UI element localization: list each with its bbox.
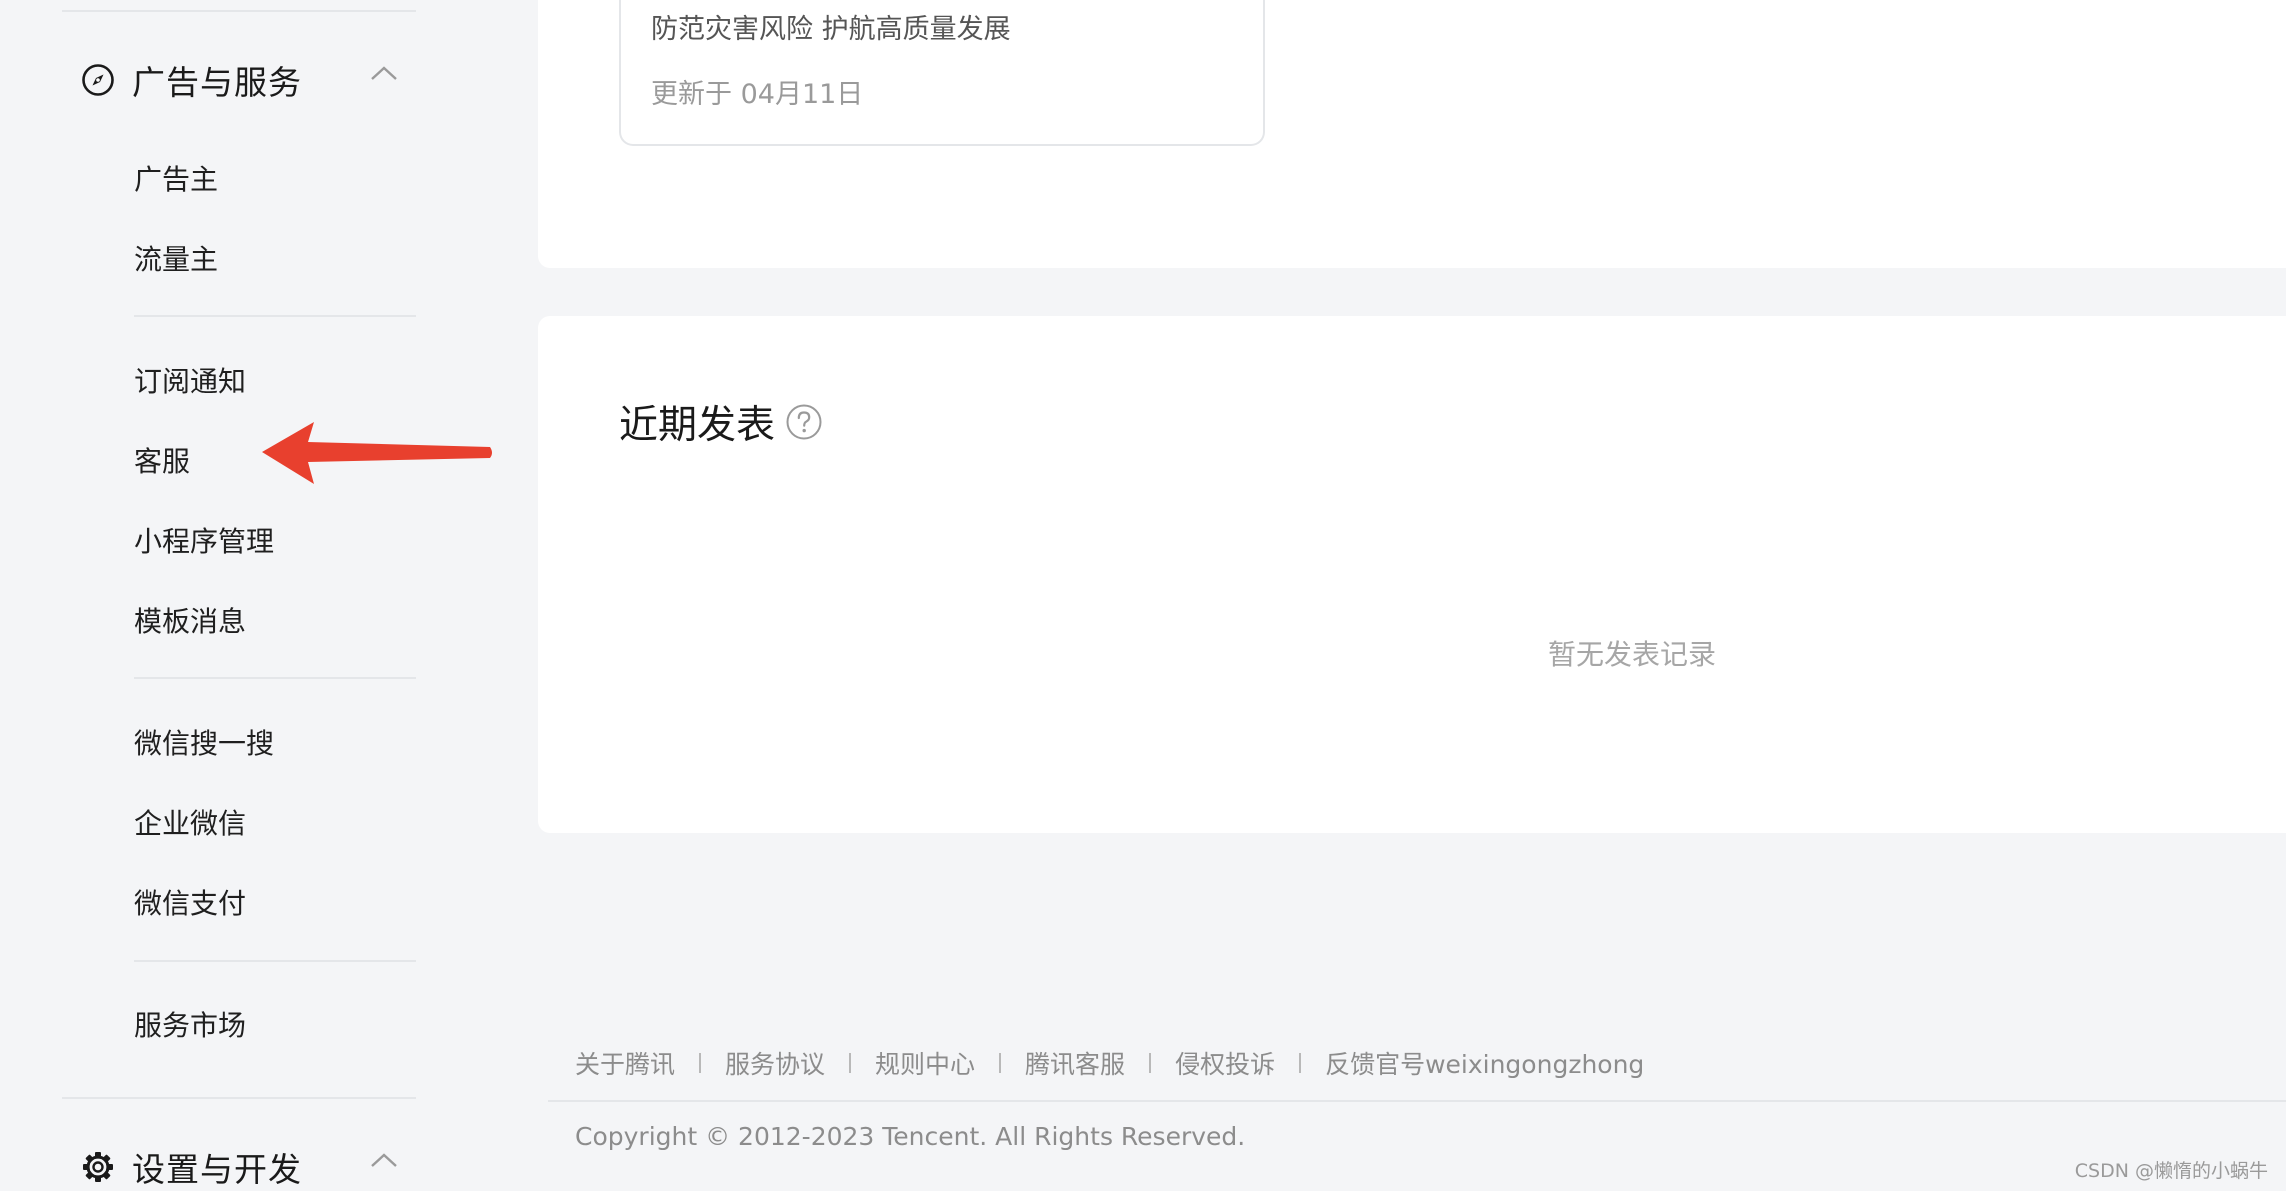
sidebar-item-template-message[interactable]: 模板消息 <box>134 600 246 640</box>
footer-link-feedback-account[interactable]: 反馈官号weixingongzhong <box>1325 1045 1644 1081</box>
section-title: 广告与服务 <box>132 63 302 102</box>
chevron-up-icon[interactable] <box>366 1142 402 1178</box>
footer-separator <box>1299 1053 1302 1073</box>
article-card[interactable]: 防范灾害风险 护航高质量发展 更新于 04月11日 <box>619 0 1265 146</box>
divider <box>134 677 416 679</box>
footer-separator <box>999 1053 1002 1073</box>
footer-links: 关于腾讯 服务协议 规则中心 腾讯客服 侵权投诉 反馈官号weixingongz… <box>575 1045 1644 1081</box>
recent-posts-heading: 近期发表 <box>619 394 823 450</box>
footer-divider <box>548 1100 2286 1102</box>
footer-link-service-agreement[interactable]: 服务协议 <box>725 1045 825 1081</box>
section-title: 设置与开发 <box>132 1150 302 1189</box>
sidebar-item-subscription-notice[interactable]: 订阅通知 <box>134 360 246 400</box>
sidebar-item-wechat-pay[interactable]: 微信支付 <box>134 882 246 922</box>
footer-separator <box>699 1053 702 1073</box>
article-title: 防范灾害风险 护航高质量发展 <box>651 14 1011 45</box>
article-updated-date: 更新于 04月11日 <box>651 79 864 110</box>
footer-separator <box>849 1053 852 1073</box>
compass-icon <box>80 62 116 98</box>
footer-link-rules-center[interactable]: 规则中心 <box>875 1045 975 1081</box>
empty-state-text: 暂无发表记录 <box>1548 638 1717 671</box>
watermark: CSDN @懒惰的小蜗牛 <box>2074 1160 2268 1182</box>
annotation-arrow <box>262 422 492 490</box>
sidebar: 广告与服务 广告主 流量主 订阅通知 客服 小程序管理 模板消息 微信搜一搜 企… <box>0 0 470 1191</box>
footer-separator <box>1149 1053 1152 1073</box>
sidebar-item-wecom[interactable]: 企业微信 <box>134 802 246 842</box>
sidebar-item-wechat-search[interactable]: 微信搜一搜 <box>134 722 274 762</box>
sidebar-item-advertiser[interactable]: 广告主 <box>134 158 218 198</box>
sidebar-item-service-market[interactable]: 服务市场 <box>134 1004 246 1044</box>
divider <box>62 1097 416 1099</box>
section-header-settings-dev[interactable]: 设置与开发 <box>80 1143 302 1191</box>
divider <box>134 315 416 317</box>
divider <box>62 10 416 12</box>
footer-link-about-tencent[interactable]: 关于腾讯 <box>575 1045 675 1081</box>
sidebar-item-customer-service[interactable]: 客服 <box>134 440 190 480</box>
question-circle-icon[interactable] <box>785 403 823 441</box>
gear-icon <box>80 1149 116 1185</box>
section-header-ads-services[interactable]: 广告与服务 <box>80 56 302 104</box>
footer-link-tencent-support[interactable]: 腾讯客服 <box>1025 1045 1125 1081</box>
recent-posts-title: 近期发表 <box>619 403 776 448</box>
copyright-text: Copyright © 2012-2023 Tencent. All Right… <box>575 1122 1246 1151</box>
divider <box>134 960 416 962</box>
sidebar-item-mini-program[interactable]: 小程序管理 <box>134 520 274 560</box>
sidebar-item-publisher[interactable]: 流量主 <box>134 238 218 278</box>
chevron-up-icon[interactable] <box>366 55 402 91</box>
footer-link-infringement-complaint[interactable]: 侵权投诉 <box>1175 1045 1275 1081</box>
